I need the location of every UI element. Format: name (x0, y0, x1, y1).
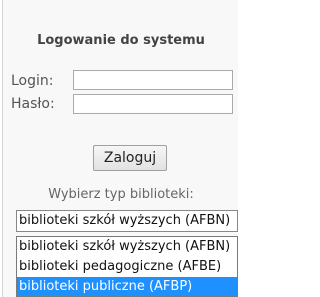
option-afbn[interactable]: biblioteki szkół wyższych (AFBN) (17, 237, 237, 257)
password-label: Hasło: (11, 96, 55, 112)
library-type-dropdown: biblioteki szkół wyższych (AFBN) bibliot… (16, 236, 238, 297)
login-label: Login: (11, 73, 54, 89)
library-type-label: Wybierz typ biblioteki: (48, 187, 194, 202)
login-input[interactable] (73, 70, 233, 90)
login-button[interactable]: Zaloguj (93, 145, 167, 171)
library-type-select[interactable]: biblioteki szkół wyższych (AFBN) (16, 210, 238, 232)
option-afbp[interactable]: biblioteki publiczne (AFBP) (17, 277, 237, 296)
login-title: Logowanie do systemu (37, 33, 205, 48)
option-afbe[interactable]: biblioteki pedagogiczne (AFBE) (17, 257, 237, 277)
password-input[interactable] (73, 94, 233, 114)
